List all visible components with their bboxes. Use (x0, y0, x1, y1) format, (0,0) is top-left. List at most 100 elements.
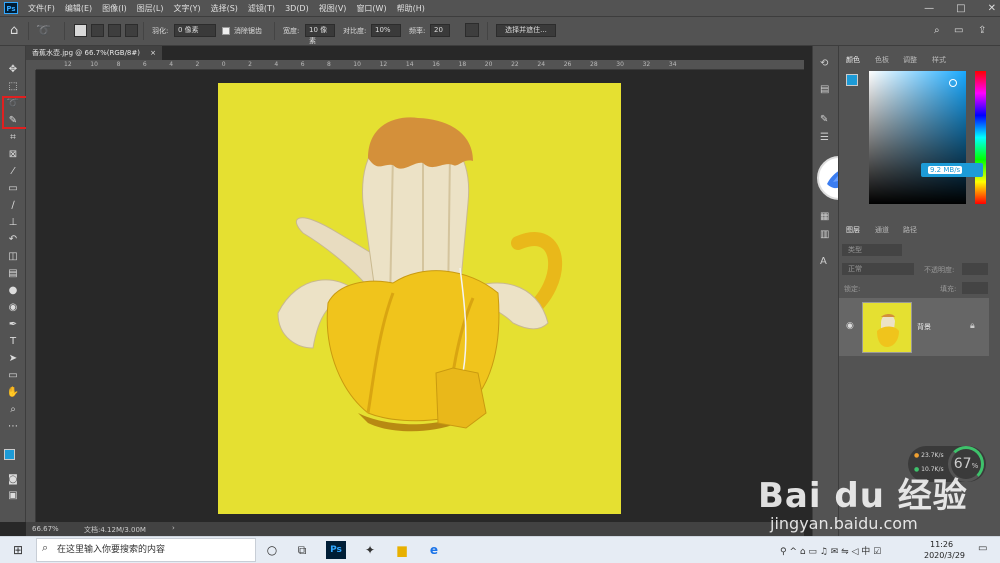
system-tray-icons[interactable]: ⚲ ^ ⌂ ▭ ♫ ✉ ⇋ ◁ 中 ☑ (780, 544, 881, 557)
feather-input[interactable]: 0 像素 (174, 24, 216, 37)
libraries-panel-icon[interactable]: ▦ (820, 211, 829, 222)
paragraph-panel-icon[interactable]: ▥ (820, 229, 829, 240)
quick-mask-icon[interactable]: ◙ (6, 474, 20, 486)
tab-color[interactable]: 颜色 (846, 55, 860, 65)
clock-time[interactable]: 11:26 (930, 540, 953, 549)
windows-start-icon[interactable]: ⊞ (8, 541, 28, 559)
horizontal-ruler[interactable]: 12 10 8 6 4 2 0 2 4 6 8 10 12 14 16 18 20 22 24 26 28 30 32 34 (36, 60, 804, 70)
properties-panel-icon[interactable]: ▤ (820, 84, 829, 95)
photoshop-taskbar-icon[interactable]: Ps (326, 541, 346, 559)
menu-select[interactable]: 选择(S) (211, 3, 238, 14)
subtract-selection-button[interactable] (108, 24, 121, 37)
file-explorer-icon[interactable]: ▆ (392, 541, 412, 559)
clock-date[interactable]: 2020/3/29 (924, 551, 965, 560)
blend-mode-dropdown[interactable]: 正常 (842, 263, 914, 275)
status-arrow-icon[interactable]: › (172, 524, 175, 532)
search-icon: ⌕ (42, 541, 49, 554)
tab-swatches[interactable]: 色板 (875, 55, 889, 65)
tab-styles[interactable]: 样式 (932, 55, 946, 65)
menu-file[interactable]: 文件(F) (28, 3, 55, 14)
frame-tool-icon[interactable]: ⊠ (6, 149, 20, 161)
fill-input[interactable] (962, 282, 988, 294)
eyedropper-tool-icon[interactable]: ⁄ (6, 166, 20, 178)
menu-type[interactable]: 文字(Y) (173, 3, 200, 14)
new-selection-button[interactable] (74, 24, 87, 37)
task-view-icon[interactable]: ⧉ (292, 541, 312, 559)
character-panel-icon[interactable]: A (820, 256, 827, 267)
maximize-button[interactable]: □ (956, 3, 965, 14)
eraser-tool-icon[interactable]: ◫ (6, 251, 20, 263)
menu-window[interactable]: 窗口(W) (356, 3, 386, 14)
select-and-mask-button[interactable]: 选择并遮住... (496, 24, 556, 37)
document-tab[interactable]: 香蕉水壶.jpg @ 66.7%(RGB/8#) × (26, 46, 162, 60)
magnetic-lasso-tool-icon[interactable]: ➰ (36, 23, 51, 37)
menu-filter[interactable]: 滤镜(T) (248, 3, 275, 14)
edge-browser-icon[interactable]: e (424, 541, 444, 559)
tab-layers[interactable]: 图层 (846, 225, 860, 235)
clone-stamp-tool-icon[interactable]: ⊥ (6, 217, 20, 229)
notifications-icon[interactable]: ▭ (978, 543, 987, 554)
layer-name[interactable]: 背景 (917, 322, 931, 332)
visibility-eye-icon[interactable]: ◉ (846, 321, 854, 331)
more-tools-icon[interactable]: ⋯ (6, 421, 20, 433)
menu-help[interactable]: 帮助(H) (397, 3, 425, 14)
antialias-checkbox[interactable] (222, 27, 230, 35)
rectangle-tool-icon[interactable]: ▭ (6, 370, 20, 382)
hand-tool-icon[interactable]: ✋ (6, 387, 20, 399)
ruler-tick-label: 10 (353, 61, 361, 68)
width-input[interactable]: 10 像素 (305, 24, 335, 45)
color-picker-cursor[interactable] (949, 79, 957, 87)
tab-channels[interactable]: 通道 (875, 225, 889, 235)
layer-thumbnail[interactable] (862, 302, 912, 353)
tab-close-icon[interactable]: × (150, 46, 156, 60)
intersect-selection-button[interactable] (125, 24, 138, 37)
layer-lock-icon[interactable]: 🔒︎ (970, 321, 975, 331)
vertical-ruler[interactable] (26, 70, 36, 522)
history-panel-icon[interactable]: ⟲ (820, 58, 828, 69)
share-icon[interactable]: ⇪ (978, 25, 986, 36)
adjustments-panel-icon[interactable]: ☰ (820, 132, 829, 143)
menu-view[interactable]: 视图(V) (319, 3, 347, 14)
opacity-input[interactable] (962, 263, 988, 275)
home-icon[interactable]: ⌂ (10, 23, 18, 38)
dodge-tool-icon[interactable]: ◉ (6, 302, 20, 314)
foreground-color-swatch[interactable] (4, 449, 15, 460)
tab-adjustments[interactable]: 调整 (903, 55, 917, 65)
pen-pressure-button[interactable] (465, 23, 479, 37)
screen-mode-icon[interactable]: ▣ (6, 490, 20, 502)
menu-edit[interactable]: 编辑(E) (65, 3, 92, 14)
menu-3d[interactable]: 3D(D) (285, 4, 309, 13)
blur-tool-icon[interactable]: ● (6, 285, 20, 297)
gradient-tool-icon[interactable]: ▤ (6, 268, 20, 280)
menu-image[interactable]: 图像(I) (102, 3, 127, 14)
color-picker-field[interactable] (869, 71, 966, 204)
marquee-tool-icon[interactable]: ⬚ (6, 81, 20, 93)
brush-panel-icon[interactable]: ✎ (820, 114, 828, 125)
layer-filter-dropdown[interactable]: 类型 (842, 244, 902, 256)
zoom-tool-icon[interactable]: ⌕ (6, 404, 20, 416)
hue-slider[interactable] (975, 71, 986, 204)
path-selection-tool-icon[interactable]: ➤ (6, 353, 20, 365)
cortana-icon[interactable]: ○ (262, 541, 282, 559)
frequency-input[interactable]: 20 (430, 24, 450, 37)
move-tool-icon[interactable]: ✥ (6, 64, 20, 76)
zoom-level[interactable]: 66.67% (32, 525, 59, 533)
tab-paths[interactable]: 路径 (903, 225, 917, 235)
menu-layer[interactable]: 图层(L) (137, 3, 164, 14)
contrast-input[interactable]: 10% (371, 24, 401, 37)
healing-brush-tool-icon[interactable]: ▭ (6, 183, 20, 195)
minimize-button[interactable]: — (924, 3, 934, 14)
document-image[interactable] (218, 83, 621, 514)
history-brush-tool-icon[interactable]: ↶ (6, 234, 20, 246)
workspace-icon[interactable]: ▭ (954, 25, 963, 36)
search-icon[interactable]: ⌕ (934, 25, 940, 36)
brush-tool-icon[interactable]: ∕ (6, 200, 20, 212)
pen-tool-icon[interactable]: ✒ (6, 319, 20, 331)
type-tool-icon[interactable]: T (6, 336, 20, 348)
close-button[interactable]: ✕ (988, 3, 996, 14)
app-taskbar-icon[interactable]: ✦ (360, 541, 380, 559)
crop-tool-icon[interactable]: ⌗ (6, 132, 20, 144)
add-selection-button[interactable] (91, 24, 104, 37)
taskbar-search-box[interactable]: 在这里输入你要搜索的内容 (36, 538, 256, 562)
color-foreground-swatch[interactable] (846, 74, 858, 86)
